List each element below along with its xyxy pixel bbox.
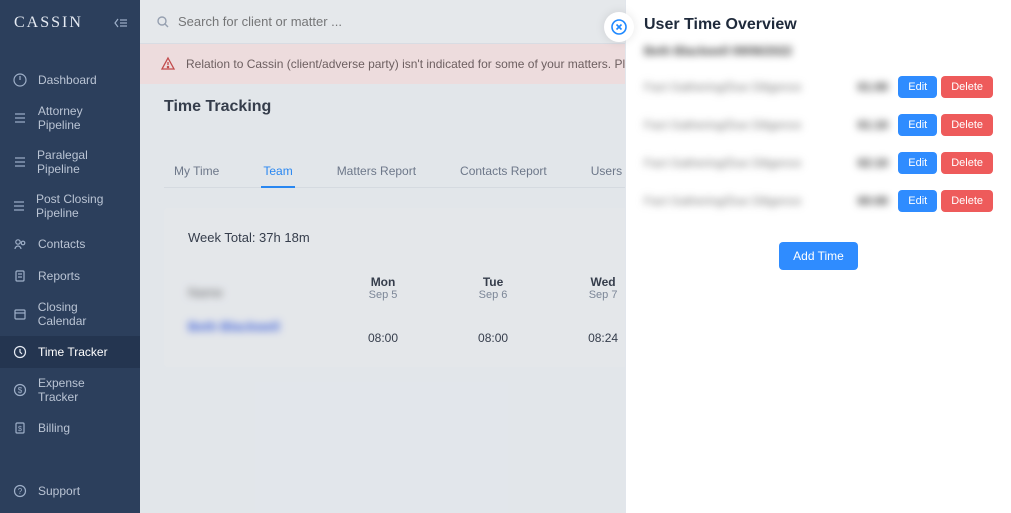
sidebar-item-label: Attorney Pipeline: [38, 104, 128, 132]
edit-button[interactable]: Edit: [898, 114, 937, 136]
sidebar-item-label: Billing: [38, 421, 70, 435]
entry-time: 00:00: [834, 194, 888, 208]
calendar-icon: [12, 306, 28, 322]
brand-name: CASSIN: [14, 14, 83, 32]
table-col-mon: Mon Sep 5 08:00: [368, 275, 398, 345]
sidebar-item-post-closing-pipeline[interactable]: Post Closing Pipeline: [0, 184, 140, 228]
reports-icon: [12, 268, 28, 284]
table-name-column: Name Beth Blackwell: [188, 275, 368, 345]
dollar-icon: $: [12, 382, 28, 398]
date-label: Sep 5: [368, 289, 398, 301]
drawer-title: User Time Overview: [644, 16, 993, 34]
sidebar-item-reports[interactable]: Reports: [0, 260, 140, 292]
sidebar-collapse-icon[interactable]: [114, 17, 128, 29]
edit-button[interactable]: Edit: [898, 190, 937, 212]
billing-icon: $: [12, 420, 28, 436]
tab-my-time[interactable]: My Time: [172, 156, 221, 187]
contacts-icon: [12, 236, 28, 252]
time-entry: Fact Gathering/Due Diligence 00:00 Edit …: [644, 190, 993, 212]
sidebar-item-label: Time Tracker: [38, 345, 108, 359]
warning-text: Relation to Cassin (client/adverse party…: [186, 57, 701, 71]
sidebar-item-label: Contacts: [38, 237, 85, 251]
sidebar-item-expense-tracker[interactable]: $ Expense Tracker: [0, 368, 140, 412]
entry-desc: Fact Gathering/Due Diligence: [644, 156, 834, 170]
sidebar-item-label: Paralegal Pipeline: [37, 148, 128, 176]
entry-desc: Fact Gathering/Due Diligence: [644, 118, 834, 132]
list-icon: [12, 110, 28, 126]
entry-time: 02:10: [834, 156, 888, 170]
nav: Dashboard Attorney Pipeline Paralegal Pi…: [0, 64, 140, 473]
time-entry: Fact Gathering/Due Diligence 02:10 Edit …: [644, 152, 993, 174]
day-label: Tue: [478, 275, 508, 289]
edit-button[interactable]: Edit: [898, 152, 937, 174]
search-input[interactable]: [178, 14, 438, 29]
add-time-wrap: Add Time: [644, 242, 993, 270]
sidebar-item-closing-calendar[interactable]: Closing Calendar: [0, 292, 140, 336]
time-entry: Fact Gathering/Due Diligence 01:10 Edit …: [644, 114, 993, 136]
sidebar-item-support[interactable]: ? Support: [0, 473, 140, 513]
sidebar-item-label: Closing Calendar: [38, 300, 128, 328]
drawer-subtitle: Beth Blackwell 09/06/2022: [644, 44, 993, 58]
sidebar-item-time-tracker[interactable]: Time Tracker: [0, 336, 140, 368]
sidebar: CASSIN Dashboard Attorney Pipeline Paral…: [0, 0, 140, 513]
sidebar-item-contacts[interactable]: Contacts: [0, 228, 140, 260]
svg-text:?: ?: [18, 487, 23, 496]
warning-icon: [160, 56, 176, 72]
tab-team[interactable]: Team: [261, 156, 294, 188]
time-cell: 08:00: [478, 331, 508, 345]
svg-text:$: $: [18, 386, 23, 395]
svg-text:$: $: [18, 426, 22, 433]
list-icon: [12, 154, 27, 170]
sidebar-item-label: Post Closing Pipeline: [36, 192, 128, 220]
sidebar-item-billing[interactable]: $ Billing: [0, 412, 140, 444]
help-icon: ?: [12, 483, 28, 499]
entry-time: 01:10: [834, 118, 888, 132]
delete-button[interactable]: Delete: [941, 190, 993, 212]
add-time-button[interactable]: Add Time: [779, 242, 858, 270]
drawer-user-time-overview: User Time Overview Beth Blackwell 09/06/…: [625, 0, 1011, 513]
table-row-name[interactable]: Beth Blackwell: [188, 319, 280, 334]
date-label: Sep 7: [588, 289, 618, 301]
edit-button[interactable]: Edit: [898, 76, 937, 98]
brand-row: CASSIN: [0, 0, 140, 46]
delete-button[interactable]: Delete: [941, 76, 993, 98]
delete-button[interactable]: Delete: [941, 114, 993, 136]
sidebar-item-label: Expense Tracker: [38, 376, 128, 404]
tab-contacts-report[interactable]: Contacts Report: [458, 156, 549, 187]
name-header: Name: [188, 285, 223, 300]
sidebar-item-dashboard[interactable]: Dashboard: [0, 64, 140, 96]
sidebar-item-paralegal-pipeline[interactable]: Paralegal Pipeline: [0, 140, 140, 184]
day-label: Wed: [588, 275, 618, 289]
day-label: Mon: [368, 275, 398, 289]
delete-button[interactable]: Delete: [941, 152, 993, 174]
list-icon: [12, 198, 26, 214]
tab-matters-report[interactable]: Matters Report: [335, 156, 418, 187]
dashboard-icon: [12, 72, 28, 88]
drawer-close-button[interactable]: [604, 12, 634, 42]
table-col-tue: Tue Sep 6 08:00: [478, 275, 508, 345]
entry-desc: Fact Gathering/Due Diligence: [644, 194, 834, 208]
date-label: Sep 6: [478, 289, 508, 301]
time-entry: Fact Gathering/Due Diligence 01:00 Edit …: [644, 76, 993, 98]
entry-time: 01:00: [834, 80, 888, 94]
sidebar-item-label: Reports: [38, 269, 80, 283]
search-icon: [156, 15, 170, 29]
table-col-wed: Wed Sep 7 08:24: [588, 275, 618, 345]
time-cell: 08:00: [368, 331, 398, 345]
clock-icon: [12, 344, 28, 360]
sidebar-item-attorney-pipeline[interactable]: Attorney Pipeline: [0, 96, 140, 140]
time-cell: 08:24: [588, 331, 618, 345]
entry-desc: Fact Gathering/Due Diligence: [644, 80, 834, 94]
sidebar-footer-label: Support: [38, 484, 80, 498]
sidebar-item-label: Dashboard: [38, 73, 97, 87]
